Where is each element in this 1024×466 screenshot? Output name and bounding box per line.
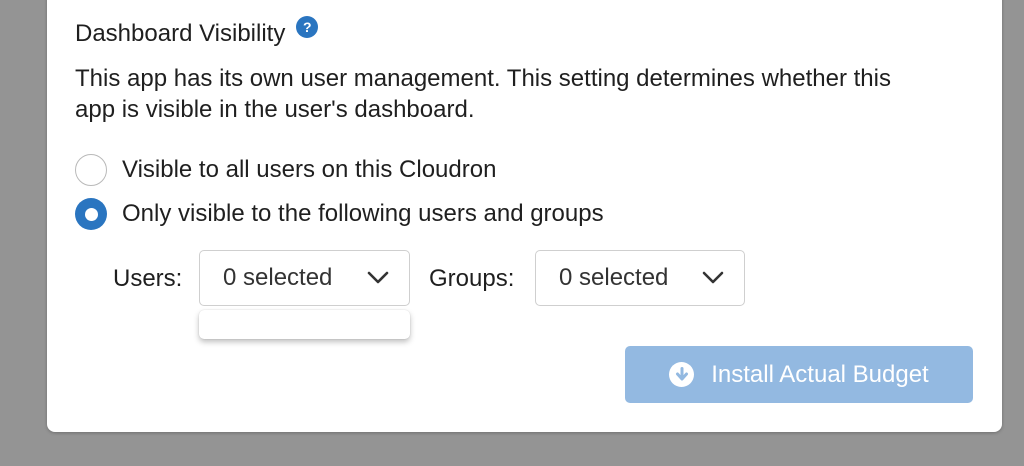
help-icon[interactable]: ? [296,16,319,38]
groups-dropdown-value: 0 selected [559,264,669,291]
users-dropdown[interactable]: 0 selected [199,250,410,306]
section-title: Dashboard Visibility [75,20,286,47]
users-label: Users: [113,265,183,292]
groups-dropdown[interactable]: 0 selected [535,250,745,306]
radio-visible-all[interactable]: Visible to all users on this Cloudron [75,154,496,186]
section-heading: Dashboard Visibility ? [75,16,319,48]
chevron-down-icon [367,271,389,284]
users-dropdown-value: 0 selected [223,264,333,291]
radio-visible-restricted[interactable]: Only visible to the following users and … [75,198,604,230]
install-button[interactable]: Install Actual Budget [625,346,973,403]
install-button-label: Install Actual Budget [711,360,929,388]
download-icon [669,362,695,387]
radio-button-unchecked[interactable] [75,154,107,186]
radio-label-visible-restricted[interactable]: Only visible to the following users and … [122,200,604,228]
radio-button-checked[interactable] [75,198,107,230]
section-description: This app has its own user management. Th… [75,65,891,123]
users-dropdown-menu[interactable] [199,310,410,339]
radio-label-visible-all[interactable]: Visible to all users on this Cloudron [122,156,496,184]
chevron-down-icon [702,271,724,284]
groups-label: Groups: [429,265,515,292]
